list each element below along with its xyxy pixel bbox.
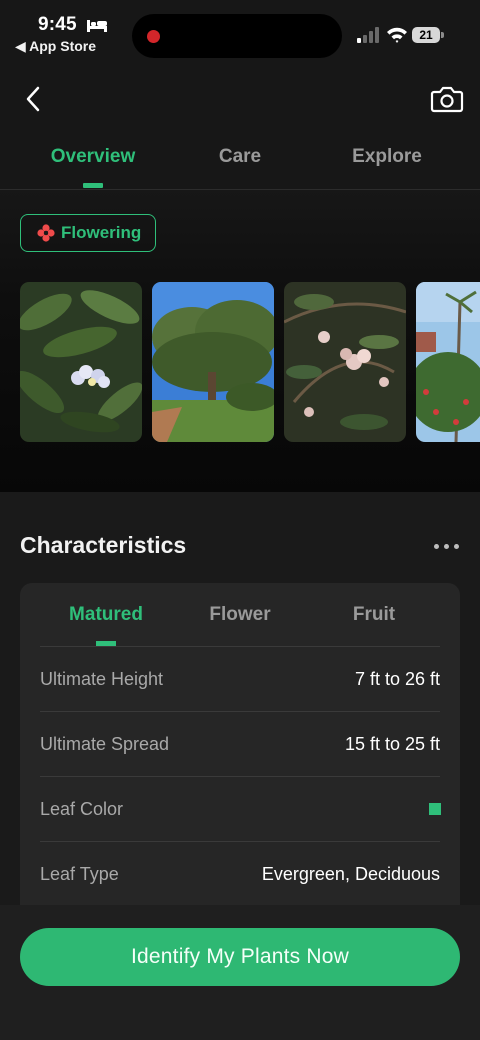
row-label-ultimate-spread: Ultimate Spread: [40, 734, 170, 754]
battery-tip: [441, 32, 444, 38]
row-divider: [40, 711, 440, 712]
row-value-ultimate-height: 7 ft to 26 ft: [354, 669, 440, 689]
tab-matured[interactable]: Matured: [41, 604, 171, 626]
active-tab-indicator: [83, 183, 103, 188]
flower-icon: [37, 224, 55, 242]
tab-fruit[interactable]: Fruit: [309, 604, 439, 626]
row-label-ultimate-height: Ultimate Height: [40, 669, 164, 689]
plant-photo[interactable]: [284, 282, 406, 442]
back-to-app-store[interactable]: ◀ App Store: [15, 38, 96, 55]
tab-care[interactable]: Care: [180, 146, 300, 168]
tab-overview[interactable]: Overview: [33, 146, 153, 168]
battery-level: 21: [412, 27, 440, 43]
dynamic-island: [132, 14, 342, 58]
section-title: Characteristics: [20, 532, 187, 558]
tab-flower[interactable]: Flower: [175, 604, 305, 626]
row-label-leaf-color: Leaf Color: [40, 799, 124, 819]
camera-icon[interactable]: [430, 84, 464, 114]
flowering-tag-label: Flowering: [61, 223, 142, 242]
leaf-color-swatch: [429, 803, 441, 815]
back-chevron-icon[interactable]: [20, 84, 48, 114]
tab-explore[interactable]: Explore: [327, 146, 447, 168]
row-divider: [40, 646, 440, 647]
more-options-icon[interactable]: [430, 538, 462, 554]
plant-photo[interactable]: [20, 282, 142, 442]
plant-photo[interactable]: [152, 282, 274, 442]
recording-indicator-icon: [147, 30, 160, 43]
row-value-leaf-type: Evergreen, Deciduous: [261, 864, 440, 884]
row-divider: [40, 841, 440, 842]
header-divider: [0, 189, 480, 190]
flowering-tag[interactable]: Flowering: [20, 214, 156, 252]
identify-plants-button[interactable]: Identify My Plants Now: [20, 928, 460, 986]
sleep-focus-icon: [87, 20, 107, 32]
plant-photo[interactable]: [416, 282, 480, 442]
row-divider: [40, 776, 440, 777]
wifi-icon: [387, 27, 407, 43]
row-value-ultimate-spread: 15 ft to 25 ft: [344, 734, 440, 754]
status-time: 9:45: [38, 14, 77, 35]
row-label-leaf-type: Leaf Type: [40, 864, 119, 884]
cellular-signal-icon: [357, 27, 379, 43]
